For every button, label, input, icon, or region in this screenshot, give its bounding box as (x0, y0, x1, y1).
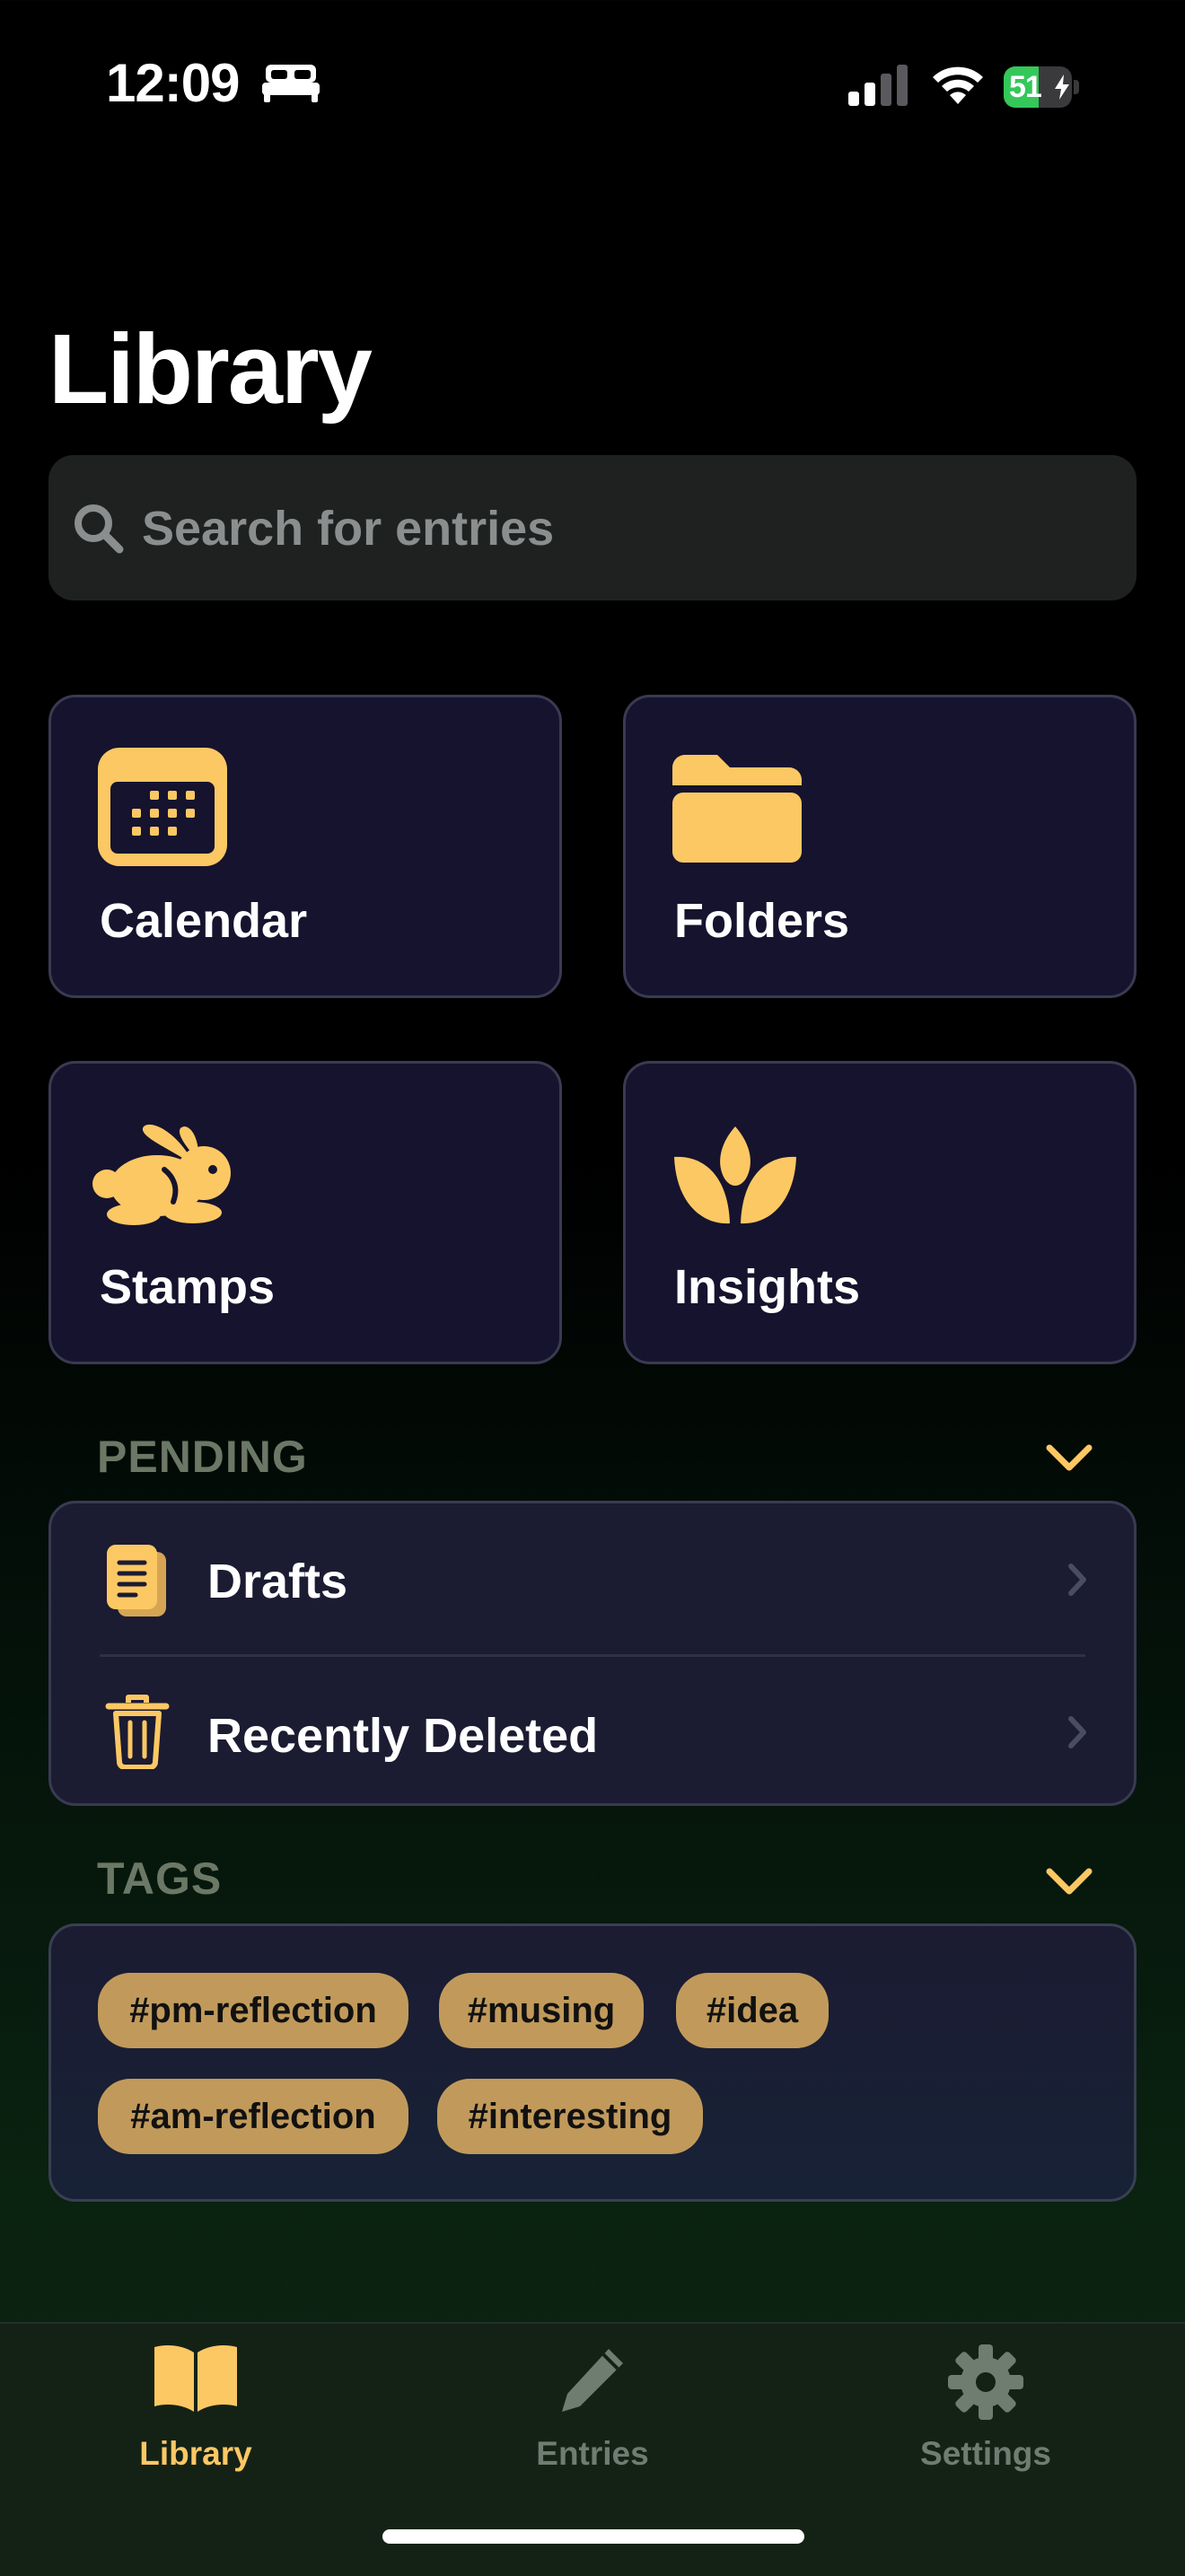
tab-entries-label: Entries (536, 2435, 649, 2472)
tab-library[interactable]: Library (61, 2324, 330, 2503)
bolt-icon (1054, 74, 1070, 104)
gear-icon (948, 2344, 1023, 2420)
tab-settings-label: Settings (920, 2435, 1051, 2472)
bed-icon (262, 63, 320, 107)
open-book-icon (154, 2345, 237, 2412)
chevron-right-icon (1067, 1563, 1087, 1601)
insights-card-label: Insights (674, 1260, 861, 1314)
tab-entries[interactable]: Entries (458, 2324, 727, 2503)
recently-deleted-row[interactable]: Recently Deleted (51, 1656, 1134, 1809)
battery-indicator: 51 (1004, 66, 1079, 108)
recently-deleted-label: Recently Deleted (207, 1709, 599, 1763)
folder-icon (672, 755, 802, 867)
calendar-card[interactable]: Calendar (48, 695, 562, 998)
trash-icon (105, 1694, 170, 1774)
folders-card[interactable]: Folders (623, 695, 1137, 998)
document-stack-icon (105, 1543, 170, 1623)
drafts-label: Drafts (207, 1555, 348, 1608)
pencil-icon (562, 2349, 623, 2412)
home-indicator[interactable] (382, 2529, 804, 2544)
page-title: Library (48, 314, 373, 425)
status-time: 12:09 (106, 53, 240, 113)
stamps-card[interactable]: Stamps (48, 1061, 562, 1364)
search-input[interactable] (140, 455, 1113, 602)
tab-library-label: Library (139, 2435, 252, 2472)
tab-settings[interactable]: Settings (851, 2324, 1120, 2503)
tag-chip[interactable]: #pm-reflection (98, 1973, 408, 2048)
lotus-leaf-icon (674, 1126, 796, 1231)
tag-chip[interactable]: #musing (439, 1973, 644, 2048)
cellular-signal-icon (848, 65, 909, 110)
calendar-card-label: Calendar (100, 894, 308, 948)
tags-section-header: TAGS (97, 1853, 223, 1904)
calendar-icon (98, 748, 227, 871)
tags-panel: #pm-reflection #musing #idea #am-reflect… (48, 1923, 1137, 2202)
magnifying-glass-icon (72, 502, 124, 558)
battery-percent: 51 (1009, 70, 1042, 104)
insights-card[interactable]: Insights (623, 1061, 1137, 1364)
pending-section-header: PENDING (97, 1432, 308, 1482)
tag-chip[interactable]: #interesting (437, 2079, 703, 2154)
folders-card-label: Folders (674, 894, 850, 948)
battery-cap (1074, 80, 1079, 94)
wifi-icon (930, 61, 986, 109)
drafts-row[interactable]: Drafts (51, 1503, 1134, 1657)
stamps-card-label: Stamps (100, 1260, 276, 1314)
chevron-right-icon (1067, 1715, 1087, 1754)
tag-chip[interactable]: #am-reflection (98, 2079, 408, 2154)
tags-collapse-chevron-icon[interactable] (1045, 1867, 1093, 1902)
tag-chip[interactable]: #idea (676, 1973, 829, 2048)
search-bar[interactable] (48, 455, 1137, 602)
rabbit-icon (87, 1121, 236, 1231)
pending-collapse-chevron-icon[interactable] (1045, 1443, 1093, 1478)
pending-list: Drafts Recently Deleted (48, 1501, 1137, 1806)
